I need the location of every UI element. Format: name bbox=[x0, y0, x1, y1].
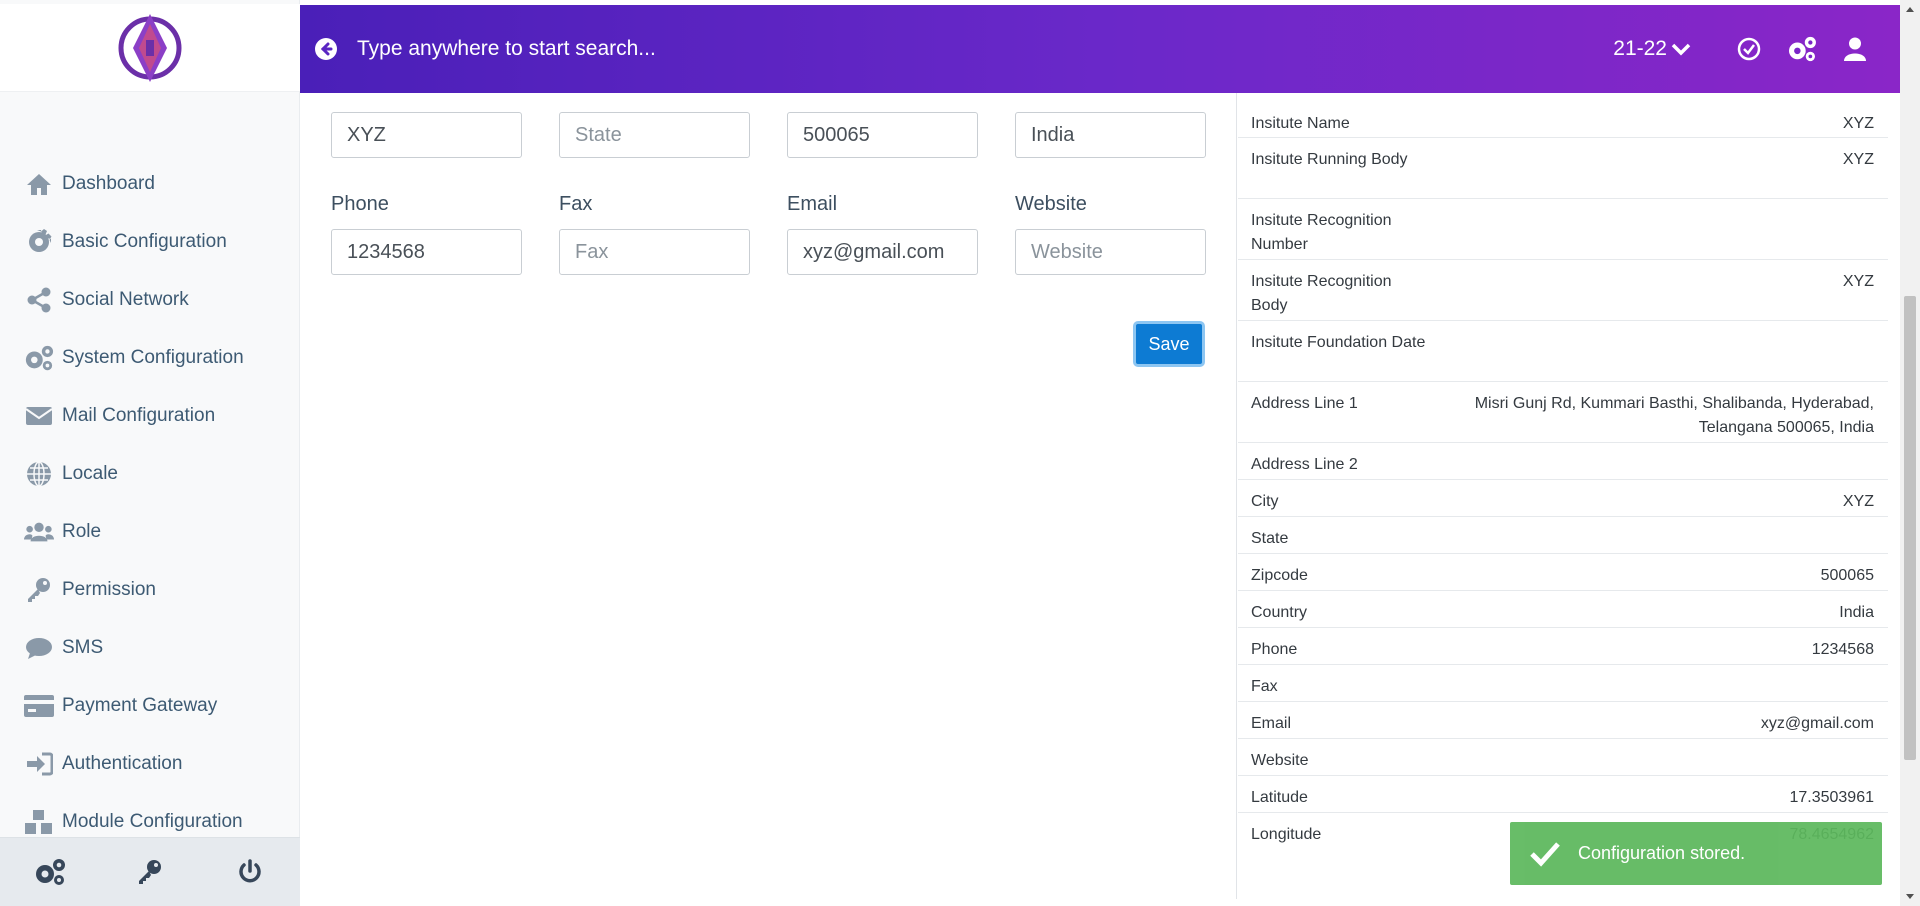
sidebar-item-sms[interactable]: SMS bbox=[0, 619, 300, 677]
session-label: 21-22 bbox=[1613, 37, 1667, 60]
sidebar-item-locale[interactable]: Locale bbox=[0, 445, 300, 503]
top-header: 21-22 bbox=[300, 5, 1900, 93]
sidebar-footer bbox=[0, 837, 300, 906]
back-arrow-icon[interactable] bbox=[315, 38, 337, 60]
users-icon bbox=[24, 519, 54, 545]
logo-box bbox=[0, 4, 300, 92]
info-row: Website bbox=[1238, 739, 1888, 776]
sidebar-item-label: Mail Configuration bbox=[62, 405, 216, 426]
key-icon[interactable] bbox=[130, 852, 170, 892]
info-row: Insitute Name XYZ bbox=[1238, 102, 1888, 138]
info-row: Zipcode 500065 bbox=[1238, 554, 1888, 591]
app-logo[interactable] bbox=[115, 10, 185, 86]
session-dropdown[interactable]: 21-22 bbox=[1613, 37, 1691, 61]
info-row: Insitute Recognition Number bbox=[1238, 199, 1888, 260]
sidebar-item-label: Social Network bbox=[62, 289, 189, 310]
page-scrollbar[interactable] bbox=[1900, 0, 1920, 906]
check-icon bbox=[1530, 841, 1560, 867]
info-row: Address Line 2 bbox=[1238, 443, 1888, 480]
info-row: Insitute Foundation Date bbox=[1238, 321, 1888, 382]
scroll-up-arrow-icon[interactable] bbox=[1900, 0, 1920, 18]
zipcode-input[interactable] bbox=[787, 112, 978, 158]
info-row: Fax bbox=[1238, 665, 1888, 702]
email-input[interactable] bbox=[787, 229, 978, 275]
chevron-down-icon bbox=[1671, 43, 1691, 56]
sign-in-icon bbox=[24, 751, 54, 777]
country-input[interactable] bbox=[1015, 112, 1206, 158]
sidebar-item-permission[interactable]: Permission bbox=[0, 561, 300, 619]
scroll-down-arrow-icon[interactable] bbox=[1900, 888, 1920, 906]
email-label: Email bbox=[787, 193, 838, 215]
info-row: Phone 1234568 bbox=[1238, 628, 1888, 665]
sidebar-item-label: Locale bbox=[62, 463, 118, 484]
info-row: State bbox=[1238, 517, 1888, 554]
sidebar-item-system-configuration[interactable]: System Configuration bbox=[0, 329, 300, 387]
home-icon bbox=[24, 171, 54, 197]
website-label: Website bbox=[1015, 193, 1087, 215]
globe-icon bbox=[24, 461, 54, 487]
cubes-icon bbox=[24, 809, 54, 835]
sidebar-item-mail-configuration[interactable]: Mail Configuration bbox=[0, 387, 300, 445]
info-row: Insitute Running Body XYZ bbox=[1238, 138, 1888, 199]
phone-label: Phone bbox=[331, 193, 389, 215]
search-input[interactable] bbox=[357, 37, 1614, 61]
power-icon[interactable] bbox=[230, 852, 270, 892]
info-row: Email xyz@gmail.com bbox=[1238, 702, 1888, 739]
sidebar-item-label: Permission bbox=[62, 579, 156, 600]
header-actions: 21-22 bbox=[1613, 32, 1872, 66]
fax-label: Fax bbox=[559, 193, 593, 215]
gears-icon[interactable] bbox=[30, 852, 70, 892]
gear-icon bbox=[24, 229, 54, 255]
sidebar-item-label: Dashboard bbox=[62, 173, 155, 194]
phone-input[interactable] bbox=[331, 229, 522, 275]
sidebar-item-authentication[interactable]: Authentication bbox=[0, 735, 300, 793]
sidebar-item-role[interactable]: Role bbox=[0, 503, 300, 561]
info-row: Latitude 17.3503961 bbox=[1238, 776, 1888, 813]
state-input[interactable] bbox=[559, 112, 750, 158]
key-icon bbox=[24, 577, 54, 603]
fax-input[interactable] bbox=[559, 229, 750, 275]
check-circle-icon[interactable] bbox=[1732, 32, 1766, 66]
sidebar-item-label: Module Configuration bbox=[62, 811, 243, 832]
institute-info-panel: Insitute Name XYZ Insitute Running Body XY… bbox=[1236, 93, 1900, 899]
share-icon bbox=[24, 287, 54, 313]
sidebar-item-label: SMS bbox=[62, 637, 104, 658]
sidebar-item-label: Basic Configuration bbox=[62, 231, 227, 252]
sidebar-item-basic-configuration[interactable]: Basic Configuration bbox=[0, 213, 300, 271]
info-row: Insitute Recognition Body XYZ bbox=[1238, 260, 1888, 321]
credit-card-icon bbox=[24, 693, 54, 719]
sidebar-item-label: Payment Gateway bbox=[62, 695, 218, 716]
gears-icon bbox=[24, 345, 54, 371]
website-input[interactable] bbox=[1015, 229, 1206, 275]
scroll-thumb[interactable] bbox=[1904, 296, 1916, 760]
save-button[interactable]: Save bbox=[1133, 321, 1205, 367]
success-toast[interactable]: Configuration stored. bbox=[1510, 822, 1882, 885]
sidebar: Dashboard Basic Configuration Social Net… bbox=[0, 0, 300, 906]
comment-icon bbox=[24, 635, 54, 661]
envelope-icon bbox=[24, 403, 54, 429]
sidebar-item-payment-gateway[interactable]: Payment Gateway bbox=[0, 677, 300, 735]
sidebar-item-label: System Configuration bbox=[62, 347, 244, 368]
user-icon[interactable] bbox=[1838, 32, 1872, 66]
sidebar-nav: Dashboard Basic Configuration Social Net… bbox=[0, 155, 300, 851]
sidebar-item-dashboard[interactable]: Dashboard bbox=[0, 155, 300, 213]
info-row: City XYZ bbox=[1238, 480, 1888, 517]
toast-message: Configuration stored. bbox=[1578, 843, 1746, 863]
info-row: Address Line 1 Misri Gunj Rd, Kummari Bas… bbox=[1238, 382, 1888, 443]
sidebar-item-social-network[interactable]: Social Network bbox=[0, 271, 300, 329]
city-input[interactable] bbox=[331, 112, 522, 158]
info-row: Country India bbox=[1238, 591, 1888, 628]
sidebar-item-label: Role bbox=[62, 521, 102, 542]
gears-icon[interactable] bbox=[1785, 32, 1819, 66]
sidebar-item-label: Authentication bbox=[62, 753, 183, 774]
